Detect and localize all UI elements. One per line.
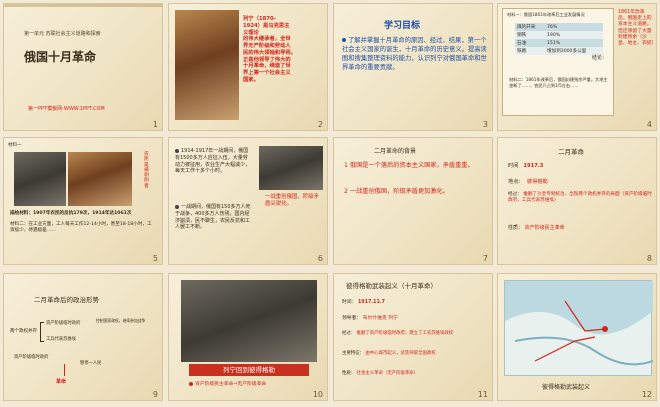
material-label: 材料一 bbox=[8, 143, 22, 148]
lenin-caption: 列宁（1870- 1924）是马克思主 义理论 的伟大继承者，全世 界无产阶级和… bbox=[243, 16, 296, 83]
background-item-2: 2 一战重创俄国，阶级矛盾更加激化。 bbox=[344, 188, 449, 195]
process-row: 经过： 推翻了资产阶级临时政府，建立了工农苏维埃政权 bbox=[342, 331, 454, 336]
dual-power-label: 两个政权并存 bbox=[10, 329, 37, 334]
map-svg bbox=[505, 281, 654, 366]
process-row: 经过： 推翻了沙皇专制统治，出现两个政权并存的局面（资产阶级临时政府，工兵代表苏… bbox=[508, 192, 652, 204]
slide-4[interactable]: 材料一：俄国1861年改革后工业发展情况 煤的开采 76% 钢铁 190% 石油 15… bbox=[497, 3, 657, 131]
lenin-portrait bbox=[175, 10, 239, 120]
revolution-shift: 资产阶级民主革命→无产阶级革命 bbox=[189, 380, 266, 387]
slide-sorter-grid: 第一单元 苏联社会主义道路和探索 俄国十月革命 第一PPT模板网-WWW.1PP… bbox=[0, 0, 660, 407]
petrograd-map bbox=[504, 280, 654, 376]
arrow-line bbox=[64, 364, 65, 376]
slide-heading: 二月革命后的政治形势 bbox=[34, 296, 99, 304]
leader-row: 领导者： 布尔什维克 列宁 bbox=[342, 316, 398, 321]
slide-heading: 二月革命的背景 bbox=[374, 148, 417, 155]
slide-heading: 列宁回到彼得格勒 bbox=[223, 366, 275, 374]
bullet-icon bbox=[175, 148, 179, 153]
palace-marker-icon bbox=[602, 326, 608, 332]
slide-heading: 二月革命 bbox=[558, 148, 584, 156]
material-frame: 材料一：俄国1861年改革后工业发展情况 煤的开采 76% 钢铁 190% 石油 15… bbox=[502, 8, 614, 116]
slide-2[interactable]: 列宁（1870- 1924）是马克思主 义理论 的伟大继承者，全世 界无产阶级和… bbox=[168, 3, 328, 131]
bottom-note: 暂停一人民 bbox=[80, 361, 102, 366]
conclusion-label: 结论： bbox=[592, 55, 608, 61]
slide-8[interactable]: 二月革命 时间 1917.3 地点： 彼得格勒 经过： 推翻了沙皇专制统治，出现… bbox=[497, 137, 657, 265]
slide-heading: 彼得格勒武装起义（十月革命） bbox=[346, 282, 437, 290]
bullet-icon bbox=[175, 204, 179, 209]
ww1-note: 一战重创俄国，阶级矛盾尖锐化。 bbox=[265, 194, 319, 208]
bracket bbox=[40, 322, 44, 342]
slide-number: 1 bbox=[152, 120, 158, 129]
bullet-icon bbox=[342, 38, 346, 42]
slide-10[interactable]: 列宁回到彼得格勒 资产阶级民主革命→无产阶级革命 10 bbox=[168, 273, 328, 401]
slide-number: 8 bbox=[646, 254, 652, 263]
ww1-photo bbox=[259, 146, 323, 190]
material-title: 材料一：俄国1861年改革后工业发展情况 bbox=[507, 12, 585, 17]
slide-title: 俄国十月革命 bbox=[24, 50, 97, 64]
industry-table: 煤的开采 76% 钢铁 190% 石油 151% 铁路 增加到3000多公里 bbox=[515, 23, 603, 55]
slide-number: 5 bbox=[152, 254, 158, 263]
bullet-icon bbox=[189, 381, 193, 386]
background-item-1: 1 俄国是一个落后的资本主义国家，矛盾重重。 bbox=[344, 162, 474, 169]
slide-6[interactable]: 1914-1917年一战期间，俄国有1500多万人应征入伍，大量劳动力被征用，农… bbox=[168, 137, 328, 265]
slide-11[interactable]: 彼得格勒武装起义（十月革命） 时间： 1917.11.7 领导者： 布尔什维克 … bbox=[333, 273, 493, 401]
conclusion-side: 1861年改革后，俄国走上的资本主义道路，但还保留了大量封建残余（沙皇、地主、农… bbox=[618, 10, 657, 47]
slide-heading: 学习目标 bbox=[384, 21, 421, 31]
slide-number: 4 bbox=[646, 120, 652, 129]
slide-number: 2 bbox=[317, 120, 323, 129]
caption-two: 材料二：在工业方面，工人每天工作12-14小时，甚至18-18小时，工资极少，待… bbox=[10, 222, 152, 234]
bottom-item: 资产阶级临时政府 bbox=[14, 355, 49, 360]
slide-number: 9 bbox=[152, 390, 158, 399]
side-note: 农民是被剥削者 bbox=[144, 152, 149, 189]
nature-row: 性质： 社会主义革命（无产阶级革命） bbox=[342, 371, 419, 376]
nature-row: 性质： 资产阶级民主革命 bbox=[508, 225, 565, 231]
slide-3[interactable]: 学习目标 了解并掌握十月革命的原因、经过、结果，第一个社会主义国家的诞生，十月革… bbox=[333, 3, 493, 131]
slide-number: 11 bbox=[477, 390, 488, 399]
barge-haulers-painting bbox=[68, 152, 132, 206]
time-row: 时间 1917.3 bbox=[508, 163, 544, 169]
gov-item: 资产阶级临时政府 bbox=[46, 321, 81, 326]
slide-number: 12 bbox=[641, 390, 652, 399]
gulf-water bbox=[505, 281, 653, 335]
feature-row: 主要特征： 由中心城市起义，武装夺取全国政权 bbox=[342, 351, 436, 356]
slide-number: 7 bbox=[482, 254, 488, 263]
bullet-item-1: 1914-1917年一战期间，俄国有1500多万人应征入伍，大量劳动力被征用，农… bbox=[175, 148, 251, 175]
slide-footer: 第一PPT模板网-WWW.1PPT.COM bbox=[28, 106, 105, 112]
slide-number: 10 bbox=[312, 390, 323, 399]
slide-number: 6 bbox=[317, 254, 323, 263]
caption-bar: 列宁回到彼得格勒 bbox=[189, 364, 309, 376]
gov-note: 控制国家政权，继续参加战争 bbox=[96, 318, 146, 323]
slide-top-bar bbox=[4, 4, 162, 7]
slide-1[interactable]: 第一单元 苏联社会主义道路和探索 俄国十月革命 第一PPT模板网-WWW.1PP… bbox=[3, 3, 163, 131]
slide-heading: 彼得格勒武装起义 bbox=[542, 384, 591, 391]
slide-12[interactable]: 彼得格勒武装起义 12 bbox=[497, 273, 657, 401]
objectives-text: 了解并掌握十月革命的原因、经过、结果，第一个社会主义国家的诞生，十月革命的历史意… bbox=[342, 37, 487, 72]
caption-one: 描绘材料：1907年农民的反抗179次，1914年达1061次 bbox=[10, 211, 132, 216]
slide-5[interactable]: 材料一 农民是被剥削者 描绘材料：1907年农民的反抗179次，1914年达10… bbox=[3, 137, 163, 265]
peasant-photo bbox=[14, 152, 66, 206]
slide-9[interactable]: 二月革命后的政治形势 两个政权并存 资产阶级临时政府 控制国家政权，继续参加战争… bbox=[3, 273, 163, 401]
time-row: 时间： 1917.11.7 bbox=[342, 300, 385, 305]
bullet-item-2: 一战期间，俄国有150多万人死于战争，400多万人伤残，国内经济崩溃，民不聊生，… bbox=[175, 204, 251, 231]
place-row: 地点： 彼得格勒 bbox=[508, 179, 548, 185]
revolution-result: 革命 bbox=[56, 379, 67, 385]
slide-7[interactable]: 二月革命的背景 1 俄国是一个落后的资本主义国家，矛盾重重。 2 一战重创俄国，… bbox=[333, 137, 493, 265]
lenin-return-photo bbox=[181, 280, 317, 362]
slide-unit: 第一单元 苏联社会主义道路和探索 bbox=[24, 31, 101, 37]
material-note: 材料二：1861年改革后，俄国封建残余严重，大地主垄断了……，农民只占到1/5左… bbox=[509, 77, 608, 88]
attack-arrow bbox=[534, 336, 596, 362]
slide-number: 3 bbox=[482, 120, 488, 129]
soviet-item: 工兵代表苏维埃 bbox=[46, 337, 77, 342]
